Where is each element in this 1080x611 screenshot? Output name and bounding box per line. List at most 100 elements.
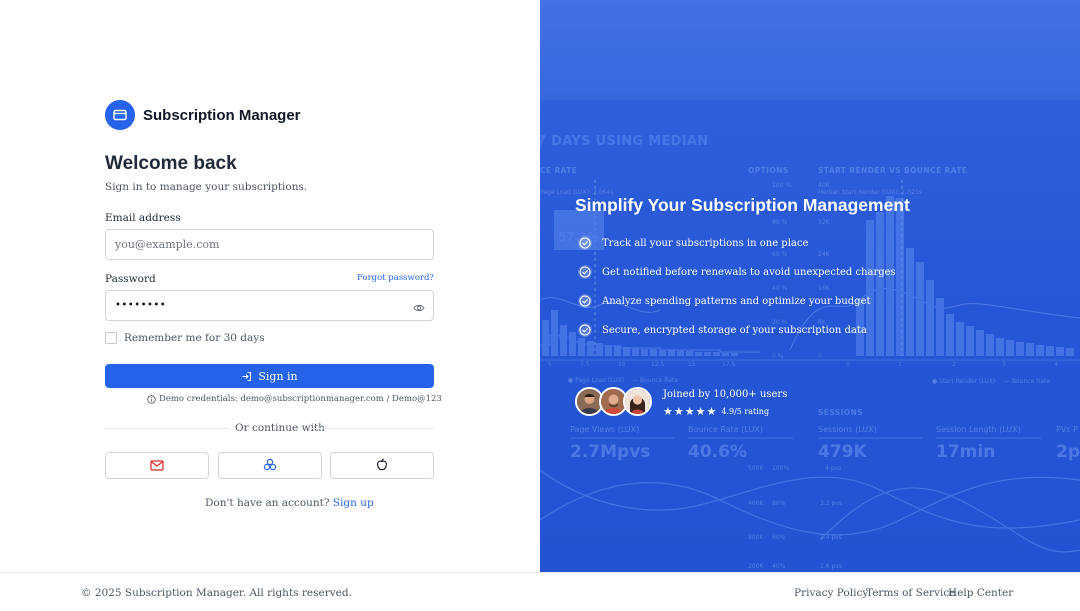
feature-item: Track all your subscriptions in one plac… xyxy=(577,235,808,251)
terms-of-service-link[interactable]: Terms of Service xyxy=(866,587,955,599)
user-avatars xyxy=(575,387,652,416)
help-center-link[interactable]: Help Center xyxy=(948,587,1013,599)
svg-text:● Page Load (LUX): ● Page Load (LUX) xyxy=(568,377,624,384)
network-login-button[interactable] xyxy=(218,452,322,479)
email-field[interactable]: you@example.com xyxy=(105,229,434,260)
svg-text:— Bounce Rate: — Bounce Rate xyxy=(632,377,678,384)
brand-name: Subscription Manager xyxy=(143,106,301,124)
svg-text:17.5: 17.5 xyxy=(722,361,736,368)
remember-me[interactable]: Remember me for 30 days xyxy=(105,332,265,344)
email-login-button[interactable] xyxy=(105,452,209,479)
demo-credentials: Demo credentials: demo@subscriptionmanag… xyxy=(147,394,442,404)
copyright-text: © 2025 Subscription Manager. All rights … xyxy=(81,587,352,599)
svg-text:3: 3 xyxy=(1002,361,1006,368)
remember-checkbox[interactable] xyxy=(105,332,117,344)
feature-item: Analyze spending patterns and optimize y… xyxy=(577,293,871,309)
svg-text:24K: 24K xyxy=(818,251,831,258)
svg-text:1.6 pvs: 1.6 pvs xyxy=(820,563,842,570)
joined-text: Joined by 10,000+ users xyxy=(663,389,788,400)
privacy-policy-link[interactable]: Privacy Policy xyxy=(794,587,868,599)
check-badge-icon xyxy=(577,264,593,280)
metric-value: 40.6% xyxy=(688,442,747,462)
footer: © 2025 Subscription Manager. All rights … xyxy=(0,572,1080,611)
svg-text:— Bounce Rate: — Bounce Rate xyxy=(1004,378,1050,385)
rating-text: 4.9/5 rating xyxy=(721,407,770,416)
apple-login-button[interactable] xyxy=(330,452,434,479)
star-icon: ★ xyxy=(673,405,684,418)
svg-text:5: 5 xyxy=(548,361,552,368)
sign-in-button[interactable]: Sign in xyxy=(105,364,434,388)
svg-text:400K: 400K xyxy=(748,500,764,507)
svg-text:200K: 200K xyxy=(748,563,764,570)
svg-text:300K: 300K xyxy=(748,534,764,541)
star-icon: ★ xyxy=(695,405,706,418)
svg-text:2.4 pvs: 2.4 pvs xyxy=(820,534,842,541)
star-icon: ★ xyxy=(663,405,673,418)
feature-text: Track all your subscriptions in one plac… xyxy=(602,237,809,249)
password-label: Password xyxy=(105,273,156,285)
brand: Subscription Manager xyxy=(105,100,301,130)
svg-text:60 %: 60 % xyxy=(772,251,788,258)
credit-card-icon xyxy=(105,100,135,130)
svg-text:7.5: 7.5 xyxy=(580,361,590,368)
dashboard-label-3: START RENDER VS BOUNCE RATE xyxy=(818,166,968,175)
dashboard-heading: 7 DAYS USING MEDIAN xyxy=(540,134,709,149)
hero-title: Simplify Your Subscription Management xyxy=(575,195,910,215)
metric-label: PVs P xyxy=(1056,425,1078,434)
background-dashboard: 500K 100% 4 pvs 400K 80% 3.2 pvs 300K 60% 2.4 … xyxy=(540,0,1080,572)
check-badge-icon xyxy=(577,322,593,338)
svg-text:3.2 pvs: 3.2 pvs xyxy=(820,500,842,507)
sign-up-link[interactable]: Sign up xyxy=(333,497,374,509)
metric-value: 2p xyxy=(1056,442,1080,462)
svg-text:32K: 32K xyxy=(818,219,831,226)
svg-text:100%: 100% xyxy=(772,465,789,472)
metric-label: Session Length (LUX) xyxy=(936,425,1021,434)
avatar xyxy=(623,387,652,416)
svg-text:12.5: 12.5 xyxy=(651,361,665,368)
svg-text:80%: 80% xyxy=(772,500,786,507)
svg-text:0 %: 0 % xyxy=(772,353,784,360)
svg-text:40 %: 40 % xyxy=(772,285,788,292)
hero-panel: 500K 100% 4 pvs 400K 80% 3.2 pvs 300K 60% 2.4 … xyxy=(540,0,1080,572)
metric-label: Page Views (LUX) xyxy=(570,425,640,434)
svg-text:10: 10 xyxy=(618,361,626,368)
metric-label: Sessions (LUX) xyxy=(818,425,877,434)
feature-text: Secure, encrypted storage of your subscr… xyxy=(602,324,867,336)
page-subtitle: Sign in to manage your subscriptions. xyxy=(105,181,308,193)
star-rating: ★ ★ ★ ★ ★ 4.9/5 rating xyxy=(663,405,769,418)
svg-text:0: 0 xyxy=(846,361,850,368)
metric-value: 479K xyxy=(818,442,867,462)
svg-text:1: 1 xyxy=(898,361,902,368)
dashboard-label-4: SESSIONS xyxy=(818,408,864,417)
svg-text:15: 15 xyxy=(688,361,696,368)
feature-item: Get notified before renewals to avoid un… xyxy=(577,264,896,280)
feature-text: Get notified before renewals to avoid un… xyxy=(602,266,896,278)
svg-text:2: 2 xyxy=(952,361,956,368)
svg-text:80 %: 80 % xyxy=(772,219,788,226)
feature-text: Analyze spending patterns and optimize y… xyxy=(602,295,871,307)
feature-item: Secure, encrypted storage of your subscr… xyxy=(577,322,867,338)
signup-prompt: Don't have an account? Sign up xyxy=(205,497,374,509)
forgot-password-link[interactable]: Forgot password? xyxy=(357,273,434,283)
metric-value: 2.7Mpvs xyxy=(570,442,651,462)
mail-icon xyxy=(150,456,164,475)
star-icon: ★ xyxy=(706,405,717,418)
password-field[interactable]: •••••••• xyxy=(105,290,434,321)
apple-icon xyxy=(376,456,388,475)
svg-text:100 %: 100 % xyxy=(772,182,791,189)
svg-text:0: 0 xyxy=(818,353,822,360)
remember-label: Remember me for 30 days xyxy=(124,332,265,344)
network-icon xyxy=(263,456,277,475)
divider-right xyxy=(311,428,434,429)
check-badge-icon xyxy=(577,235,593,251)
svg-text:500K: 500K xyxy=(748,465,764,472)
svg-text:40%: 40% xyxy=(772,563,786,570)
dashboard-label-1: CE RATE xyxy=(540,166,578,175)
dashboard-label-2: OPTIONS xyxy=(748,166,789,175)
demo-credentials-text: Demo credentials: demo@subscriptionmanag… xyxy=(159,394,442,404)
svg-text:4 pvs: 4 pvs xyxy=(825,465,841,472)
svg-text:40K: 40K xyxy=(818,182,831,189)
eye-icon[interactable] xyxy=(413,298,425,317)
svg-text:4: 4 xyxy=(1054,361,1058,368)
page-title: Welcome back xyxy=(105,153,237,174)
